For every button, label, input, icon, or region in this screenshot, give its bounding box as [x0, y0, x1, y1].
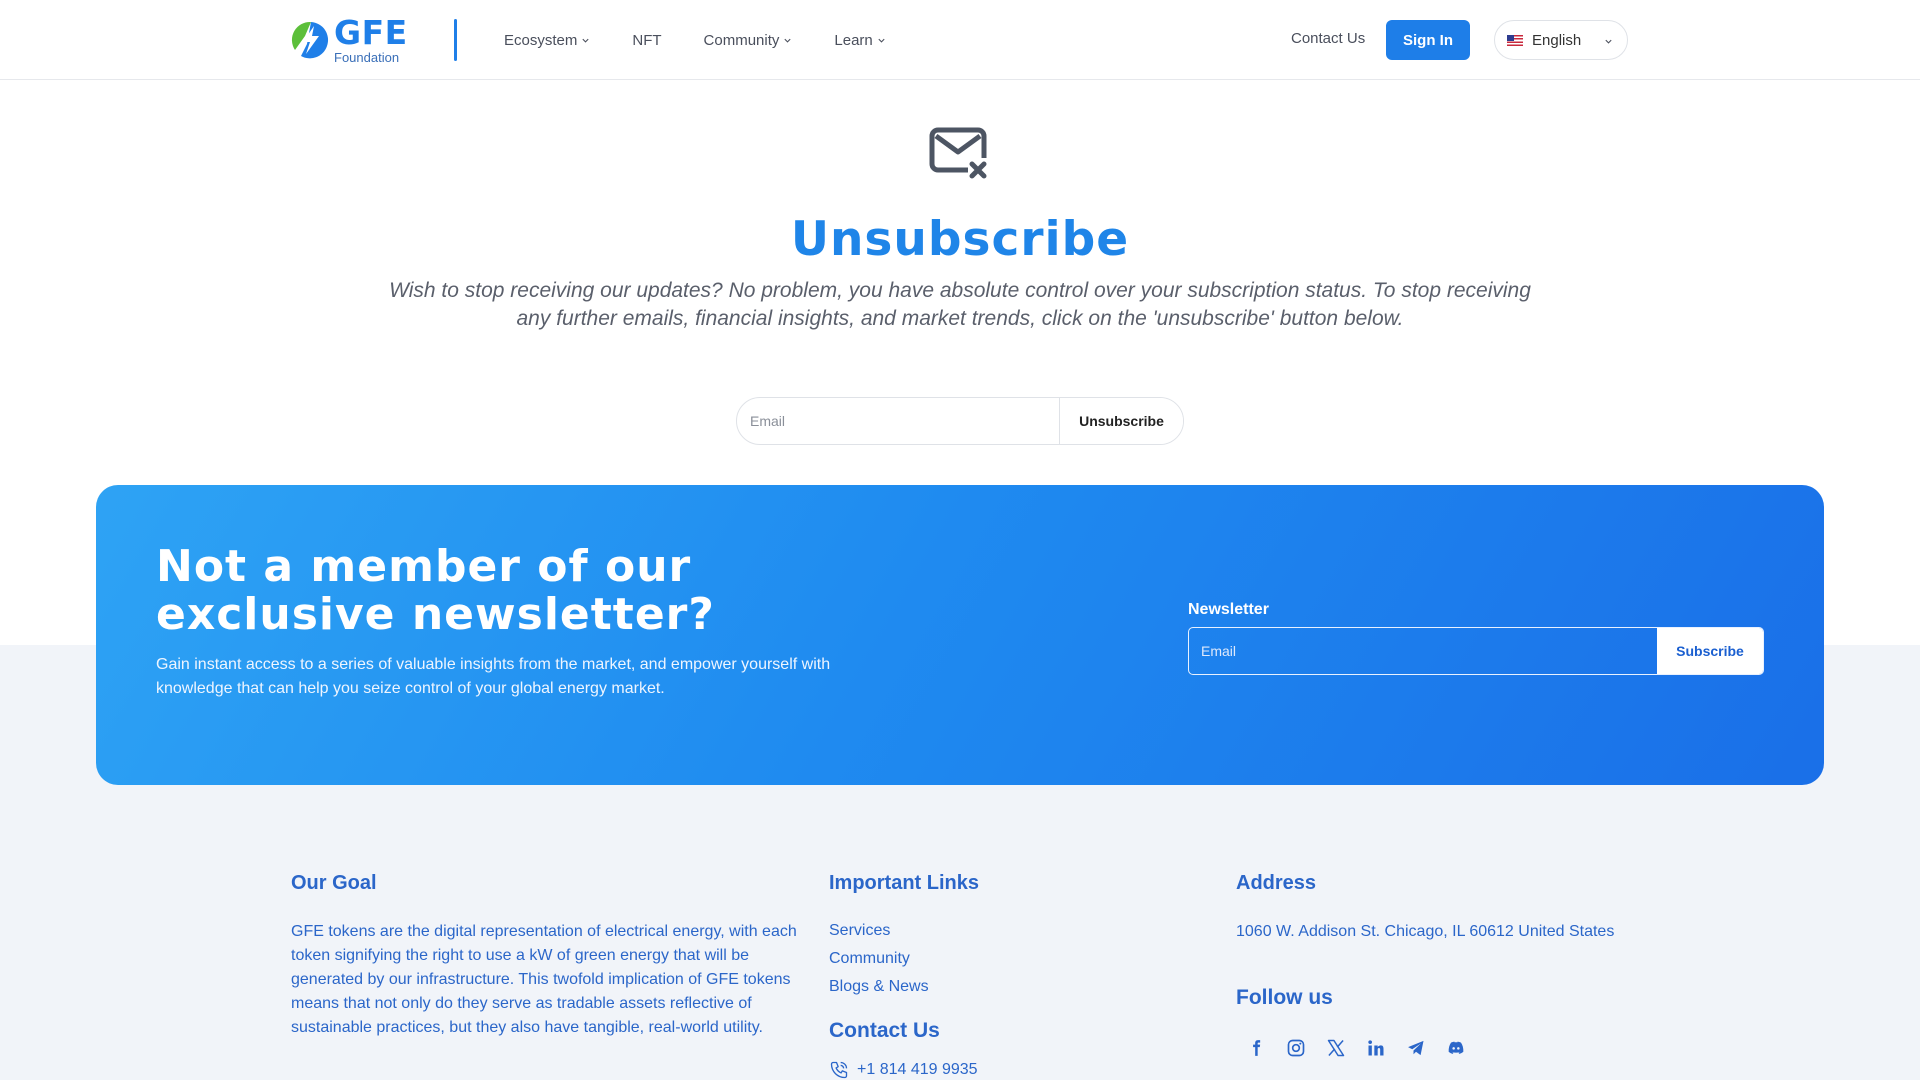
contact-us-heading: Contact Us	[829, 1019, 940, 1042]
main-nav: Ecosystem NFT Community Learn	[504, 0, 928, 80]
address-text: 1060 W. Addison St. Chicago, IL 60612 Un…	[1236, 923, 1615, 940]
address-heading: Address	[1236, 872, 1317, 894]
gfe-logo[interactable]: GFE Foundation	[291, 16, 416, 64]
page-description: Wish to stop receiving our updates? No p…	[389, 279, 1531, 330]
chevron-down-icon	[784, 38, 791, 43]
telegram-link[interactable]	[1404, 1036, 1428, 1060]
phone-link[interactable]: +1 814 419 9935	[829, 1060, 978, 1080]
newsletter-email-input[interactable]	[1189, 628, 1657, 674]
nav-item-ecosystem[interactable]: Ecosystem	[504, 32, 590, 49]
logo-title: GFE	[334, 13, 408, 52]
site-header: GFE Foundation Ecosystem NFT Community L…	[0, 0, 1920, 80]
nav-item-label: Learn	[834, 31, 873, 49]
nav-item-label: NFT	[632, 31, 662, 49]
us-flag-icon	[1507, 34, 1523, 46]
logo-divider	[454, 19, 457, 61]
linkedin-link[interactable]	[1364, 1036, 1388, 1060]
discord-icon	[1448, 1041, 1464, 1054]
language-label: English	[1532, 31, 1582, 49]
newsletter-form: Subscribe	[1188, 627, 1764, 675]
our-goal-heading: Our Goal	[291, 872, 377, 894]
footer-link-community[interactable]: Community	[829, 950, 910, 968]
phone-icon	[830, 1061, 848, 1079]
nav-item-nft[interactable]: NFT	[632, 32, 661, 49]
newsletter-label: Newsletter	[1188, 601, 1269, 618]
nav-item-learn[interactable]: Learn	[834, 32, 885, 49]
nav-item-label: Ecosystem	[504, 31, 578, 49]
footer-link-services[interactable]: Services	[829, 922, 890, 940]
instagram-icon	[1287, 1039, 1305, 1057]
subscribe-button[interactable]: Subscribe	[1657, 628, 1763, 674]
sign-in-button[interactable]: Sign In	[1386, 20, 1470, 60]
contact-us-link[interactable]: Contact Us	[1291, 30, 1365, 47]
telegram-icon	[1408, 1040, 1424, 1056]
linkedin-icon	[1368, 1040, 1384, 1056]
our-goal-text: GFE tokens are the digital representatio…	[291, 923, 797, 1036]
footer-link-blogs-news[interactable]: Blogs & News	[829, 978, 929, 996]
language-select[interactable]: English	[1494, 20, 1628, 60]
chevron-down-icon	[582, 38, 589, 43]
unsubscribe-form: Unsubscribe	[736, 397, 1184, 445]
x-twitter-link[interactable]	[1324, 1036, 1348, 1060]
facebook-icon	[1253, 1040, 1261, 1056]
newsletter-description: Gain instant access to a series of valua…	[156, 656, 831, 697]
social-links	[1244, 1036, 1484, 1060]
instagram-link[interactable]	[1284, 1036, 1308, 1060]
newsletter-title: Not a member of our exclusive newsletter…	[156, 541, 715, 640]
lightning-leaf-logo-icon	[291, 21, 329, 59]
nav-item-community[interactable]: Community	[704, 32, 793, 49]
chevron-down-icon	[1605, 39, 1612, 44]
unsubscribe-email-input[interactable]	[737, 398, 1059, 444]
page-title: Unsubscribe	[790, 212, 1130, 267]
nav-item-label: Community	[703, 31, 780, 49]
important-links-heading: Important Links	[829, 872, 980, 894]
discord-link[interactable]	[1444, 1036, 1468, 1060]
chevron-down-icon	[878, 38, 885, 43]
x-twitter-icon	[1327, 1039, 1345, 1057]
follow-us-heading: Follow us	[1236, 986, 1333, 1009]
mail-x-icon	[929, 127, 990, 180]
facebook-link[interactable]	[1244, 1036, 1268, 1060]
newsletter-card: Not a member of our exclusive newsletter…	[96, 485, 1824, 785]
logo-subtitle: Foundation	[334, 50, 400, 65]
unsubscribe-button[interactable]: Unsubscribe	[1059, 398, 1183, 444]
phone-number: +1 814 419 9935	[857, 1061, 978, 1078]
